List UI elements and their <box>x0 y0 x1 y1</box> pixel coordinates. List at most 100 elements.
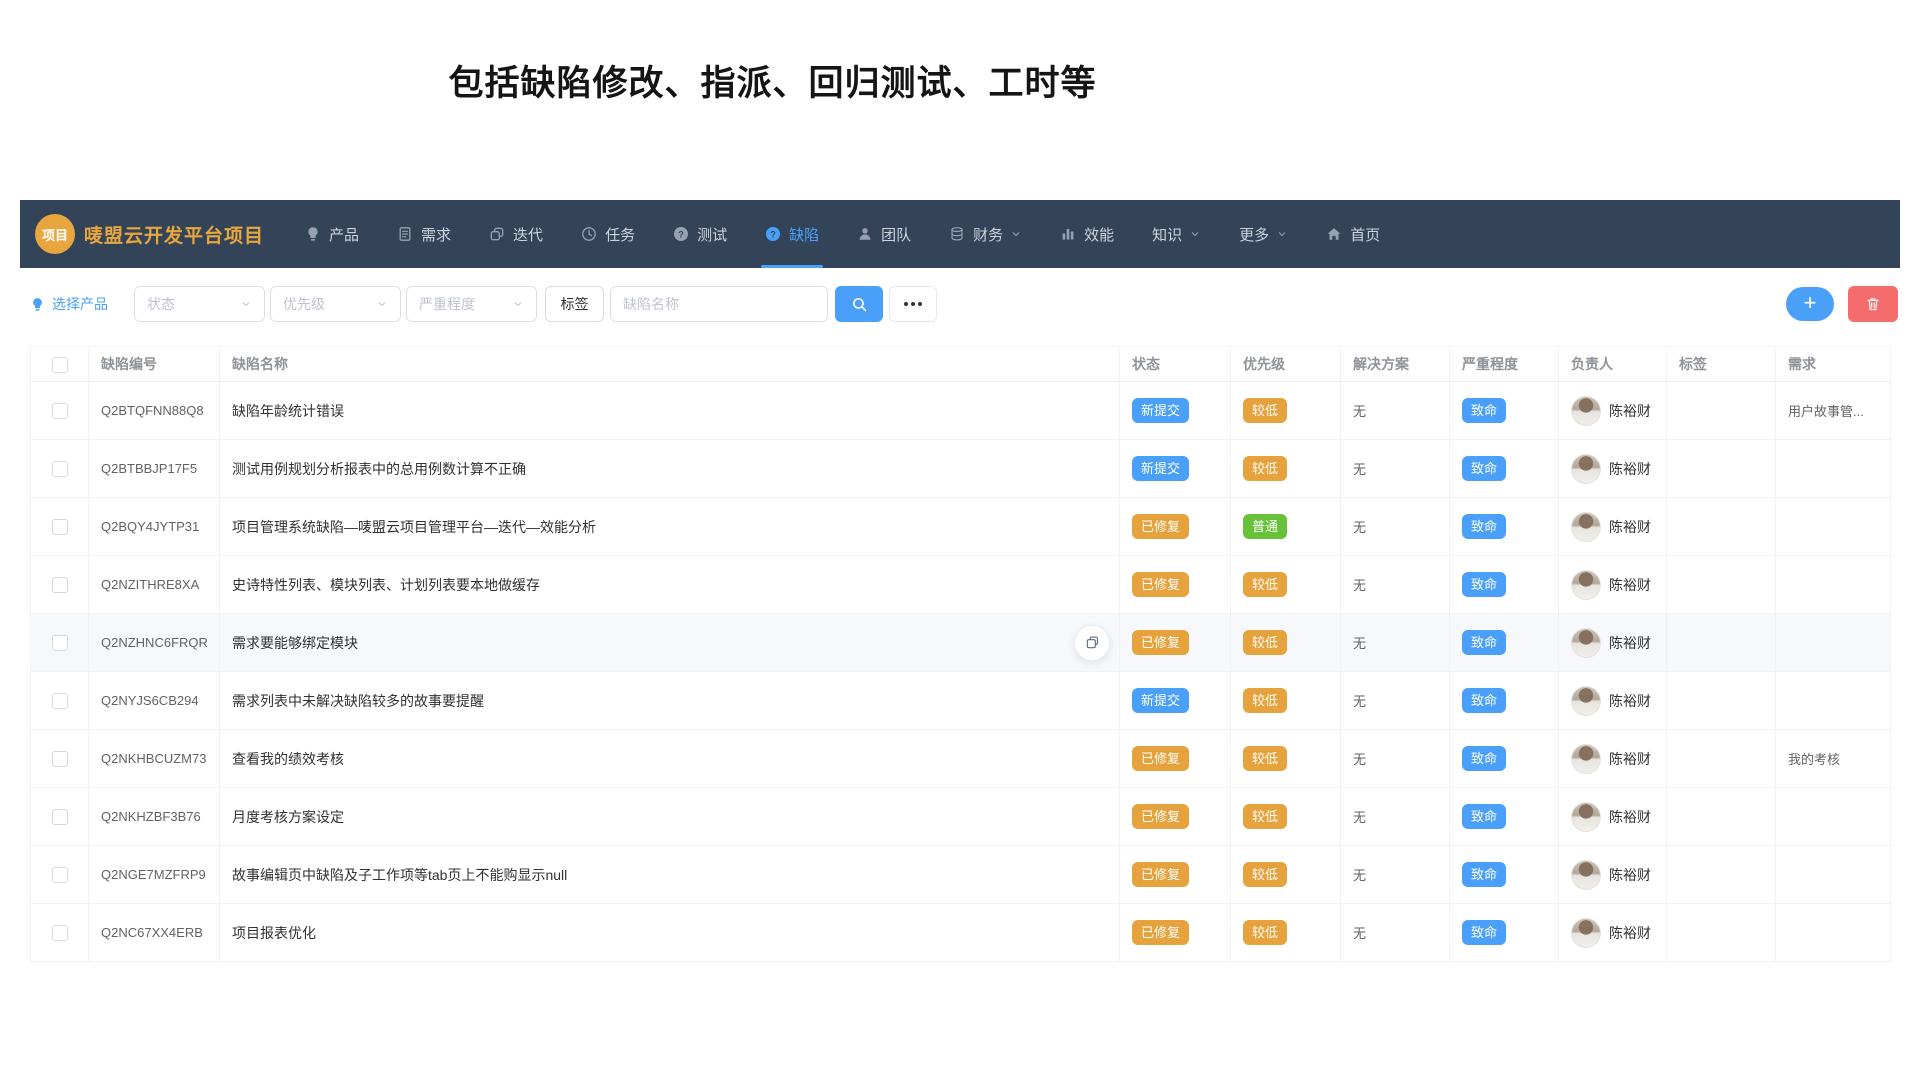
nav-item-home[interactable]: 首页 <box>1307 200 1399 268</box>
nav-item-requirement[interactable]: 需求 <box>378 200 470 268</box>
nav-item-finance[interactable]: 财务 <box>930 200 1041 268</box>
table-row[interactable]: Q2NYJS6CB294 需求列表中未解决缺陷较多的故事要提醒 新提交 较低 无… <box>31 672 1891 730</box>
severity-badge: 致命 <box>1462 456 1506 481</box>
copy-icon[interactable] <box>1074 625 1110 661</box>
cell-requirement <box>1776 672 1891 730</box>
cell-owner: 陈裕财 <box>1559 672 1667 730</box>
cell-solution: 无 <box>1341 556 1450 614</box>
avatar <box>1571 686 1601 716</box>
chevron-down-icon <box>512 298 524 310</box>
row-checkbox[interactable] <box>52 577 68 593</box>
cell-tag <box>1667 730 1776 788</box>
table-row[interactable]: Q2NC67XX4ERB 项目报表优化 已修复 较低 无 致命 陈裕财 <box>31 904 1891 962</box>
cell-priority: 较低 <box>1231 730 1341 788</box>
status-filter-select[interactable]: 状态 <box>134 286 265 322</box>
search-button[interactable] <box>835 286 883 322</box>
nav-item-task[interactable]: 任务 <box>562 200 654 268</box>
row-checkbox[interactable] <box>52 461 68 477</box>
cell-defect-name: 史诗特性列表、模块列表、计划列表要本地做缓存 <box>220 556 1120 614</box>
cell-solution: 无 <box>1341 498 1450 556</box>
severity-badge: 致命 <box>1462 746 1506 771</box>
question-circle-icon: ? <box>765 226 781 242</box>
cell-status: 已修复 <box>1120 614 1231 672</box>
row-checkbox[interactable] <box>52 751 68 767</box>
cell-owner: 陈裕财 <box>1559 440 1667 498</box>
avatar <box>1571 396 1601 426</box>
cell-defect-id: Q2BTQFNN88Q8 <box>89 382 220 440</box>
nav-item-knowledge[interactable]: 知识 <box>1133 200 1220 268</box>
table-row[interactable]: Q2NZHNC6FRQR 需求要能够绑定模块 已修复 较低 无 致命 陈裕财 <box>31 614 1891 672</box>
select-product-link[interactable]: 选择产品 <box>30 294 108 314</box>
nav-item-product[interactable]: 产品 <box>286 200 378 268</box>
cell-status: 新提交 <box>1120 672 1231 730</box>
severity-filter-select[interactable]: 严重程度 <box>406 286 537 322</box>
table-row[interactable]: Q2NGE7MZFRP9 故事编辑页中缺陷及子工作项等tab页上不能购显示nul… <box>31 846 1891 904</box>
table-row[interactable]: Q2NZITHRE8XA 史诗特性列表、模块列表、计划列表要本地做缓存 已修复 … <box>31 556 1891 614</box>
nav-item-more[interactable]: 更多 <box>1220 200 1307 268</box>
cell-tag <box>1667 614 1776 672</box>
bulb-icon <box>30 297 45 312</box>
cell-owner: 陈裕财 <box>1559 556 1667 614</box>
avatar <box>1571 628 1601 658</box>
status-badge: 新提交 <box>1132 688 1189 713</box>
cell-defect-id: Q2NC67XX4ERB <box>89 904 220 962</box>
cell-tag <box>1667 846 1776 904</box>
app-window: 项目 唛盟云开发平台项目 产品 需求 迭代 任务 ? 测试 ? 缺陷 团队 财务 <box>20 200 1900 962</box>
cell-status: 已修复 <box>1120 556 1231 614</box>
col-header-solution: 解决方案 <box>1341 347 1450 382</box>
table-row[interactable]: Q2BTQFNN88Q8 缺陷年龄统计错误 新提交 较低 无 致命 陈裕财 用户… <box>31 382 1891 440</box>
row-checkbox[interactable] <box>52 693 68 709</box>
cell-tag <box>1667 498 1776 556</box>
table-row[interactable]: Q2NKHZBF3B76 月度考核方案设定 已修复 较低 无 致命 陈裕财 <box>31 788 1891 846</box>
cell-defect-name: 项目管理系统缺陷—唛盟云项目管理平台—迭代—效能分析 <box>220 498 1120 556</box>
table-row[interactable]: Q2NKHBCUZM73 查看我的绩效考核 已修复 较低 无 致命 陈裕财 我的… <box>31 730 1891 788</box>
cell-solution: 无 <box>1341 440 1450 498</box>
select-all-checkbox[interactable] <box>52 357 68 373</box>
trash-icon <box>1865 296 1881 312</box>
add-defect-button[interactable]: + <box>1786 287 1834 321</box>
cell-severity: 致命 <box>1450 440 1559 498</box>
brand[interactable]: 项目 唛盟云开发平台项目 <box>35 214 264 254</box>
cell-owner: 陈裕财 <box>1559 846 1667 904</box>
row-checkbox[interactable] <box>52 403 68 419</box>
cell-defect-name: 需求要能够绑定模块 <box>220 614 1120 672</box>
status-badge: 已修复 <box>1132 920 1189 945</box>
table-row[interactable]: Q2BTBBJP17F5 测试用例规划分析报表中的总用例数计算不正确 新提交 较… <box>31 440 1891 498</box>
avatar <box>1571 512 1601 542</box>
priority-badge: 较低 <box>1243 804 1287 829</box>
nav-item-defect[interactable]: ? 缺陷 <box>746 200 838 268</box>
cell-requirement <box>1776 498 1891 556</box>
select-product-label: 选择产品 <box>52 294 108 314</box>
defect-name-input[interactable] <box>610 286 828 322</box>
cell-tag <box>1667 904 1776 962</box>
cell-solution: 无 <box>1341 904 1450 962</box>
row-checkbox[interactable] <box>52 925 68 941</box>
cell-solution: 无 <box>1341 672 1450 730</box>
cell-severity: 致命 <box>1450 904 1559 962</box>
cell-defect-id: Q2NZITHRE8XA <box>89 556 220 614</box>
nav-item-performance[interactable]: 效能 <box>1041 200 1133 268</box>
row-checkbox[interactable] <box>52 519 68 535</box>
table-row[interactable]: Q2BQY4JYTP31 项目管理系统缺陷—唛盟云项目管理平台—迭代—效能分析 … <box>31 498 1891 556</box>
priority-filter-select[interactable]: 优先级 <box>270 286 401 322</box>
document-icon <box>397 226 413 242</box>
chevron-down-icon <box>240 298 252 310</box>
col-header-tag: 标签 <box>1667 347 1776 382</box>
nav-item-test[interactable]: ? 测试 <box>654 200 746 268</box>
more-actions-button[interactable] <box>889 286 937 322</box>
row-checkbox[interactable] <box>52 867 68 883</box>
avatar <box>1571 454 1601 484</box>
delete-button[interactable] <box>1848 286 1898 322</box>
nav-item-team[interactable]: 团队 <box>838 200 930 268</box>
cell-severity: 致命 <box>1450 846 1559 904</box>
tag-filter-button[interactable]: 标签 <box>545 286 604 322</box>
row-checkbox[interactable] <box>52 635 68 651</box>
clock-icon <box>581 226 597 242</box>
project-title: 唛盟云开发平台项目 <box>84 221 264 248</box>
cell-solution: 无 <box>1341 788 1450 846</box>
severity-badge: 致命 <box>1462 398 1506 423</box>
nav-item-iteration[interactable]: 迭代 <box>470 200 562 268</box>
row-checkbox[interactable] <box>52 809 68 825</box>
cell-owner: 陈裕财 <box>1559 382 1667 440</box>
status-badge: 已修复 <box>1132 862 1189 887</box>
